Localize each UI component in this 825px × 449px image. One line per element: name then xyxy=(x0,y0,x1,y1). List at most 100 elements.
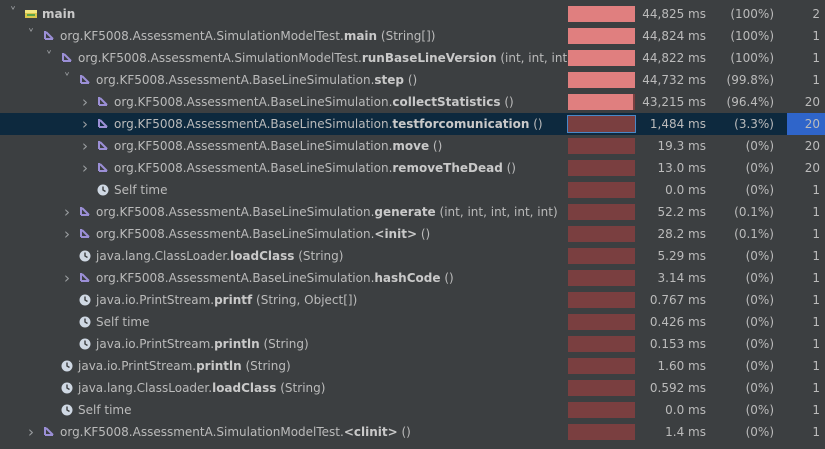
time-bar-bg xyxy=(568,160,635,176)
method-name: runBaseLineVersion xyxy=(361,51,497,65)
calls-value: 1 xyxy=(812,359,820,373)
time-bar-bg xyxy=(568,270,635,286)
time-value: 0.767 ms xyxy=(649,293,706,307)
method-args: (String) xyxy=(294,249,344,263)
time-value: 28.2 ms xyxy=(657,227,706,241)
expand-caret-icon[interactable]: › xyxy=(78,135,92,157)
method-call-icon xyxy=(78,73,92,87)
collapse-caret-icon[interactable]: ˅ xyxy=(24,25,38,47)
expand-caret-icon[interactable]: › xyxy=(60,201,74,223)
call-tree-row[interactable]: › org.KF5008.AssessmentA.BaseLineSimulati… xyxy=(0,157,825,179)
thread-icon xyxy=(24,7,38,21)
collapse-caret-icon[interactable]: ˅ xyxy=(60,69,74,91)
call-tree-row[interactable]: › org.KF5008.AssessmentA.BaseLineSimulati… xyxy=(0,113,825,135)
method-name: step xyxy=(374,73,404,87)
method-class-prefix: org.KF5008.AssessmentA.BaseLineSimulatio… xyxy=(96,271,375,285)
time-bar-bg xyxy=(568,138,635,154)
calls-value: 2 xyxy=(812,7,820,21)
method-args: () xyxy=(500,95,514,109)
method-class-prefix: java.lang.ClassLoader. xyxy=(96,249,231,263)
expand-caret-icon[interactable]: › xyxy=(78,157,92,179)
percent-value: (0%) xyxy=(745,271,774,285)
call-tree-row[interactable]: › org.KF5008.AssessmentA.SimulationModelT… xyxy=(0,421,825,443)
time-value: 1,484 ms xyxy=(649,117,706,131)
calls-value: 1 xyxy=(812,293,820,307)
method-class-prefix: org.KF5008.AssessmentA.BaseLineSimulatio… xyxy=(96,73,375,87)
time-bar xyxy=(568,248,635,264)
calls-value: 1 xyxy=(812,337,820,351)
time-value: 44,822 ms xyxy=(642,51,706,65)
method-args: (String) xyxy=(276,381,326,395)
calls-value: 20 xyxy=(804,139,820,153)
method-label: java.lang.ClassLoader.loadClass (String) xyxy=(78,377,325,399)
expand-caret-icon[interactable]: › xyxy=(78,113,92,135)
percent-value: (96.4%) xyxy=(726,95,774,109)
time-bar-bg xyxy=(568,182,635,198)
method-label: org.KF5008.AssessmentA.BaseLineSimulatio… xyxy=(114,157,516,179)
method-call-icon xyxy=(78,205,92,219)
call-tree-row[interactable]: › org.KF5008.AssessmentA.BaseLineSimulati… xyxy=(0,201,825,223)
calls-value: 20 xyxy=(804,117,820,131)
collapse-caret-icon[interactable]: ˅ xyxy=(6,3,20,25)
collapse-caret-icon[interactable]: ˅ xyxy=(42,47,56,69)
method-label: org.KF5008.AssessmentA.BaseLineSimulatio… xyxy=(96,69,417,91)
percent-value: (0%) xyxy=(745,381,774,395)
call-tree-row[interactable]: java.io.PrintStream.println (String) 1.60… xyxy=(0,355,825,377)
call-tree-row[interactable]: Self time 0.426 ms (0%) 1 xyxy=(0,311,825,333)
call-tree-row[interactable]: java.io.PrintStream.println (String) 0.15… xyxy=(0,333,825,355)
method-call-icon xyxy=(96,139,110,153)
percent-value: (0%) xyxy=(745,315,774,329)
time-bar-fill xyxy=(568,28,635,44)
percent-value: (0%) xyxy=(745,183,774,197)
call-tree-row[interactable]: Self time 0.0 ms (0%) 1 xyxy=(0,179,825,201)
method-call-icon xyxy=(78,227,92,241)
method-class-prefix: org.KF5008.AssessmentA.SimulationModelTe… xyxy=(60,29,344,43)
method-args: (String, Object[]) xyxy=(252,293,358,307)
time-bar xyxy=(568,6,635,22)
call-tree-row[interactable]: › org.KF5008.AssessmentA.BaseLineSimulati… xyxy=(0,91,825,113)
time-value: 19.3 ms xyxy=(657,139,706,153)
call-tree-row[interactable]: java.lang.ClassLoader.loadClass (String)… xyxy=(0,377,825,399)
time-bar xyxy=(568,50,635,66)
time-value: 0.592 ms xyxy=(649,381,706,395)
call-tree-row[interactable]: Self time 0.0 ms (0%) 1 xyxy=(0,399,825,421)
call-tree-row[interactable]: java.lang.ClassLoader.loadClass (String)… xyxy=(0,245,825,267)
method-args: (int, int, int, int, int) xyxy=(435,205,558,219)
method-args: () xyxy=(440,271,454,285)
time-bar-bg xyxy=(568,292,635,308)
method-class-prefix: Self time xyxy=(96,315,150,329)
calls-value: 1 xyxy=(812,51,820,65)
method-label: org.KF5008.AssessmentA.BaseLineSimulatio… xyxy=(114,91,514,113)
method-name: <clinit> xyxy=(343,425,398,439)
time-bar xyxy=(567,115,636,133)
time-value: 52.2 ms xyxy=(657,205,706,219)
call-tree-row[interactable]: › org.KF5008.AssessmentA.BaseLineSimulati… xyxy=(0,135,825,157)
call-tree-row[interactable]: java.io.PrintStream.printf (String, Obje… xyxy=(0,289,825,311)
expand-caret-icon[interactable]: › xyxy=(78,91,92,113)
time-value: 0.0 ms xyxy=(665,183,706,197)
call-tree-row[interactable]: ˅ org.KF5008.AssessmentA.SimulationModelT… xyxy=(0,47,825,69)
percent-value: (3.3%) xyxy=(734,117,774,131)
time-bar-fill xyxy=(568,6,635,22)
method-name: removeTheDead xyxy=(392,161,503,175)
method-class-prefix: org.KF5008.AssessmentA.BaseLineSimulatio… xyxy=(96,205,375,219)
call-tree-row[interactable]: ˅ main 44,825 ms (100%) 2 xyxy=(0,3,825,25)
expand-caret-icon[interactable]: › xyxy=(60,223,74,245)
calls-value: 1 xyxy=(812,183,820,197)
call-tree-row[interactable]: › org.KF5008.AssessmentA.BaseLineSimulati… xyxy=(0,267,825,289)
call-tree[interactable]: ˅ main 44,825 ms (100%) 2 ˅ org.KF5008.Assessm… xyxy=(0,0,825,449)
percent-value: (100%) xyxy=(730,51,774,65)
call-tree-row[interactable]: › org.KF5008.AssessmentA.BaseLineSimulati… xyxy=(0,223,825,245)
method-args: (String[]) xyxy=(377,29,436,43)
method-label: org.KF5008.AssessmentA.SimulationModelTe… xyxy=(78,47,572,69)
method-name: <init> xyxy=(374,227,418,241)
call-tree-row[interactable]: ˅ org.KF5008.AssessmentA.BaseLineSimulati… xyxy=(0,69,825,91)
method-args: () xyxy=(529,117,543,131)
method-label: org.KF5008.AssessmentA.BaseLineSimulatio… xyxy=(96,201,558,223)
expand-caret-icon[interactable]: › xyxy=(60,267,74,289)
call-tree-row[interactable]: ˅ org.KF5008.AssessmentA.SimulationModelT… xyxy=(0,25,825,47)
method-name: printf xyxy=(214,293,253,307)
time-value: 44,824 ms xyxy=(642,29,706,43)
expand-caret-icon[interactable]: › xyxy=(24,421,38,443)
percent-value: (100%) xyxy=(730,29,774,43)
